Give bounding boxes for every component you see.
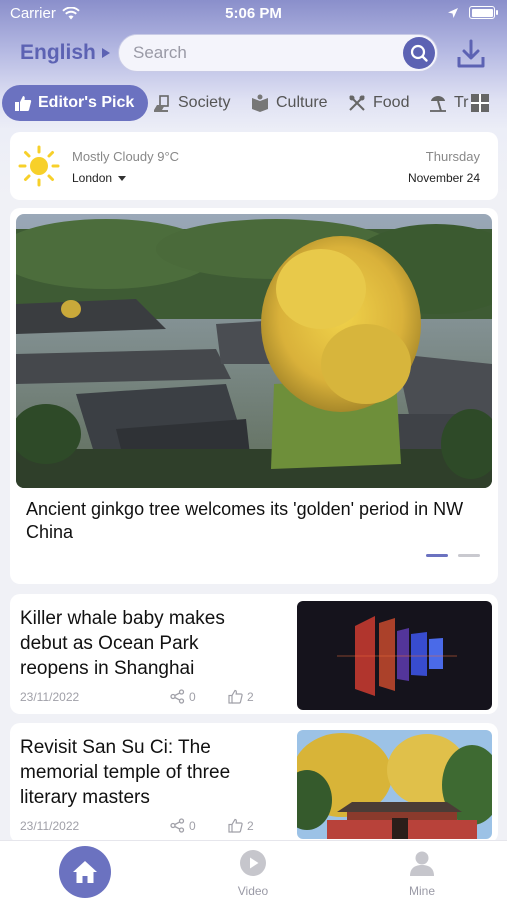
carousel-indicator: [426, 554, 480, 557]
caret-right-icon: [101, 48, 110, 58]
article-title[interactable]: Revisit San Su Ci: The memorial temple o…: [20, 735, 270, 810]
share-icon: [170, 689, 185, 704]
language-selector[interactable]: English: [20, 41, 110, 65]
category-tabs: Editor's Pick Society Culture Food Tr: [0, 85, 507, 123]
weather-date: November 24: [407, 171, 480, 185]
status-right: [447, 6, 498, 19]
san-su-ci-temple-thumbnail: [297, 730, 492, 839]
weather-condition: Mostly Cloudy 9°C: [72, 149, 180, 164]
city-label: London: [72, 171, 113, 185]
share-count: 0: [189, 689, 196, 704]
tab-label: Society: [178, 94, 231, 111]
killer-whale-art-thumbnail: [297, 601, 492, 710]
weather-card[interactable]: Mostly Cloudy 9°C London Thursday Novemb…: [10, 132, 498, 200]
article-card[interactable]: Killer whale baby makes debut as Ocean P…: [10, 594, 498, 714]
nav-home-button[interactable]: [59, 846, 111, 898]
share-button[interactable]: 0: [170, 818, 196, 833]
ginkgo-temple-photo: [16, 214, 492, 488]
more-categories-button[interactable]: [471, 94, 489, 112]
tab-society[interactable]: Society: [152, 85, 230, 121]
article-thumbnail[interactable]: [297, 730, 492, 839]
share-count: 0: [189, 818, 196, 833]
article-thumbnail[interactable]: [297, 601, 492, 710]
featured-headline[interactable]: Ancient ginkgo tree welcomes its 'golden…: [26, 498, 482, 544]
user-icon: [410, 851, 434, 876]
article-date: 23/11/2022: [20, 690, 80, 704]
tab-label: Tr: [454, 94, 469, 111]
video-play-icon: [240, 850, 266, 876]
search-input[interactable]: [133, 43, 393, 63]
app-header: English: [0, 33, 507, 75]
carousel-dot: [458, 554, 480, 557]
culture-icon: [252, 94, 268, 112]
article-date: 23/11/2022: [20, 819, 80, 833]
bottom-navigation: Video Mine: [0, 840, 507, 900]
location-arrow-icon: [448, 7, 458, 18]
article-card[interactable]: Revisit San Su Ci: The memorial temple o…: [10, 723, 498, 843]
share-button[interactable]: 0: [170, 689, 196, 704]
nav-mine-button[interactable]: Mine: [392, 849, 452, 898]
travel-icon: [430, 96, 446, 112]
nav-mine-label: Mine: [408, 884, 435, 898]
tab-travel[interactable]: Tr: [428, 85, 469, 121]
sun-icon: [18, 145, 60, 187]
food-icon: [349, 95, 365, 111]
like-count: 2: [247, 818, 254, 833]
thumbs-up-outline-icon: [228, 689, 243, 704]
home-icon: [73, 861, 97, 883]
tab-label: Food: [373, 94, 410, 111]
tab-label: Culture: [276, 94, 328, 111]
status-time: 5:06 PM: [225, 5, 282, 22]
featured-photo[interactable]: [16, 214, 492, 488]
society-icon: [154, 95, 169, 112]
tab-label: Editor's Pick: [38, 94, 135, 111]
featured-article-card[interactable]: Ancient ginkgo tree welcomes its 'golden…: [10, 208, 498, 584]
tab-food[interactable]: Food: [347, 85, 409, 121]
like-button[interactable]: 2: [228, 818, 254, 833]
battery-icon: [469, 6, 498, 19]
tab-culture[interactable]: Culture: [250, 85, 328, 121]
download-button[interactable]: [457, 39, 485, 69]
city-selector[interactable]: London: [72, 171, 127, 185]
like-button[interactable]: 2: [228, 689, 254, 704]
language-label: English: [20, 41, 96, 64]
tab-editors-pick[interactable]: Editor's Pick: [2, 85, 148, 121]
search-icon: [410, 44, 428, 62]
share-icon: [170, 818, 185, 833]
thumbs-up-outline-icon: [228, 818, 243, 833]
grid-icon: [471, 94, 479, 102]
search-button[interactable]: [403, 37, 435, 69]
article-title[interactable]: Killer whale baby makes debut as Ocean P…: [20, 606, 270, 681]
like-count: 2: [247, 689, 254, 704]
thumbs-up-icon: [15, 96, 32, 111]
search-bar: [118, 34, 438, 72]
weather-day: Thursday: [425, 149, 480, 164]
carousel-dot-active: [426, 554, 448, 557]
download-icon: [457, 39, 485, 68]
caret-down-icon: [118, 175, 127, 181]
nav-video-button[interactable]: Video: [223, 849, 283, 898]
nav-video-label: Video: [237, 884, 269, 898]
status-bar: Carrier 5:06 PM: [0, 0, 507, 28]
